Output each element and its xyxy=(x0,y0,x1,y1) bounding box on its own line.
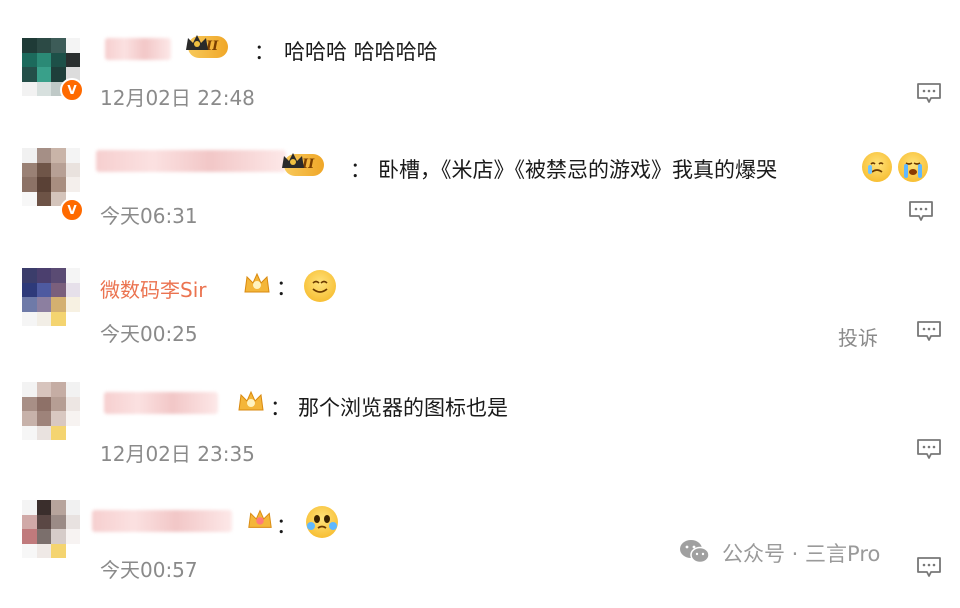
username-blurred[interactable] xyxy=(92,510,232,532)
moved-face-emoji xyxy=(306,506,338,538)
comment-timestamp: 今天06:31 xyxy=(100,204,198,228)
avatar[interactable] xyxy=(22,500,80,558)
reply-icon[interactable] xyxy=(908,200,934,222)
crown-icon xyxy=(238,390,264,411)
smiling-face-emoji xyxy=(304,270,336,302)
comment-item: ： 那个浏览器的图标也是 12月02日 23:35 xyxy=(0,372,960,490)
comment-item: 微数码李Sir ： 今天00:25 投诉 xyxy=(0,254,960,372)
report-link[interactable]: 投诉 xyxy=(838,322,878,351)
comment-separator: ： xyxy=(350,158,371,182)
avatar[interactable] xyxy=(22,268,80,326)
rank-badge: II xyxy=(282,153,325,176)
comment-text: 哈哈哈 哈哈哈哈 xyxy=(284,40,438,64)
crown-icon xyxy=(244,272,270,293)
avatar[interactable] xyxy=(22,382,80,440)
reply-icon[interactable] xyxy=(916,556,942,578)
comment-timestamp: 12月02日 22:48 xyxy=(100,86,255,110)
crown-icon xyxy=(248,509,272,528)
comment-separator: ： xyxy=(276,514,297,538)
username-blurred[interactable] xyxy=(104,392,218,414)
crown-icon xyxy=(282,153,304,168)
loudly-crying-face-emoji xyxy=(898,152,928,182)
reply-icon[interactable] xyxy=(916,320,942,342)
verified-badge-icon: V xyxy=(60,198,84,222)
username-blurred[interactable] xyxy=(96,150,286,172)
wechat-icon xyxy=(680,540,710,564)
comment-separator: ： xyxy=(254,40,275,64)
verified-badge-icon: V xyxy=(60,78,84,102)
comment-text: 卧槽，《米店》《被禁忌的游戏》我真的爆哭 xyxy=(378,158,777,182)
username-blurred[interactable] xyxy=(105,38,171,60)
reply-icon[interactable] xyxy=(916,438,942,460)
comment-timestamp: 12月02日 23:35 xyxy=(100,442,255,466)
comment-item: V II ： 卧槽，《米店》《被禁忌的游戏》我真的爆哭 今天06:31 xyxy=(0,136,960,254)
reply-icon[interactable] xyxy=(916,82,942,104)
username-link[interactable]: 微数码李Sir xyxy=(100,274,206,303)
comment-timestamp: 今天00:57 xyxy=(100,558,198,582)
watermark: 公众号 · 三言Pro xyxy=(680,538,880,568)
comment-text: 那个浏览器的图标也是 xyxy=(298,396,508,420)
crown-icon xyxy=(186,35,208,50)
rank-badge: II xyxy=(186,35,229,58)
comment-timestamp: 今天00:25 xyxy=(100,322,198,346)
comment-separator: ： xyxy=(270,396,291,420)
crying-face-emoji xyxy=(862,152,892,182)
comment-separator: ： xyxy=(276,276,297,300)
comment-item: V II ： 哈哈哈 哈哈哈哈 12月02日 22:48 xyxy=(0,20,960,138)
watermark-text: 公众号 · 三言Pro xyxy=(722,542,881,566)
